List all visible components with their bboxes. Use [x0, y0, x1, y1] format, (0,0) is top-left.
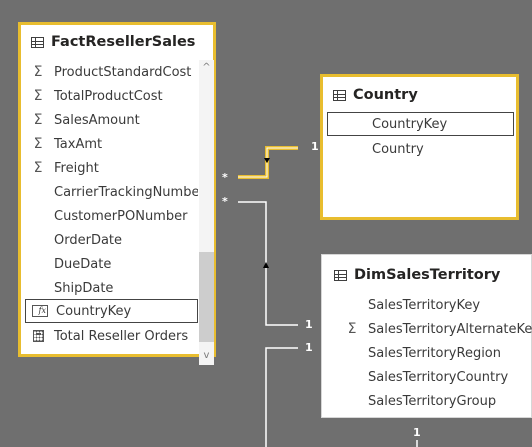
sigma-icon: Σ [33, 160, 43, 176]
field-row[interactable]: CarrierTrackingNumber [54, 180, 198, 204]
filter-direction-arrow-2 [263, 262, 269, 268]
sigma-icon: Σ [347, 321, 357, 337]
field-row[interactable]: Σ Freight [30, 156, 198, 180]
country-table-header[interactable]: Country [333, 84, 418, 106]
field-row[interactable]: Total Reseller Orders [30, 324, 198, 348]
territory-table-card[interactable]: DimSalesTerritory SalesTerritoryKey Σ Sa… [321, 254, 532, 418]
sigma-icon: Σ [33, 64, 43, 80]
field-row[interactable]: CustomerPONumber [54, 204, 198, 228]
field-row[interactable]: OrderDate [54, 228, 198, 252]
field-label: TotalProductCost [54, 88, 163, 104]
cardinality-one: 1 [305, 341, 313, 354]
territory-table-title: DimSalesTerritory [354, 267, 501, 283]
scroll-up-arrow[interactable]: ^ [199, 60, 214, 76]
country-table-card[interactable]: Country CountryKey Country [320, 74, 519, 220]
field-label: DueDate [54, 256, 112, 272]
table-icon [333, 89, 346, 101]
measure-icon [33, 330, 44, 342]
calculated-column-icon: fx [32, 305, 48, 317]
field-row[interactable]: DueDate [54, 252, 198, 276]
cardinality-one: 1 [305, 318, 313, 331]
scroll-thumb[interactable] [199, 252, 214, 342]
field-row[interactable]: Σ ProductStandardCost [30, 60, 198, 84]
field-label: Country [372, 141, 424, 157]
field-label: Freight [54, 160, 99, 176]
cardinality-one: 1 [311, 140, 319, 153]
fact-table-card[interactable]: FactResellerSales Σ ProductStandardCost … [18, 22, 216, 365]
field-row[interactable]: Σ TotalProductCost [30, 84, 198, 108]
field-row[interactable]: Σ TaxAmt [30, 132, 198, 156]
field-row[interactable]: SalesTerritoryKey [368, 293, 532, 317]
field-label: CustomerPONumber [54, 208, 188, 224]
field-label: ProductStandardCost [54, 64, 192, 80]
field-row-selected[interactable]: fx CountryKey [25, 299, 198, 323]
relationship-line-country [238, 146, 298, 179]
scroll-down-arrow[interactable]: v [199, 348, 214, 364]
table-icon [334, 269, 347, 281]
field-row[interactable]: Σ SalesAmount [30, 108, 198, 132]
sigma-icon: Σ [33, 88, 43, 104]
filter-direction-arrow [264, 158, 270, 163]
fact-table-title: FactResellerSales [51, 34, 196, 50]
cardinality-one: 1 [413, 426, 421, 439]
cardinality-many: * [222, 195, 228, 208]
field-label: SalesTerritoryGroup [368, 393, 497, 409]
sigma-icon: Σ [33, 136, 43, 152]
territory-table-header[interactable]: DimSalesTerritory [334, 264, 500, 286]
field-label: SalesTerritoryAlternateKey [368, 321, 532, 337]
table-icon [31, 36, 44, 48]
field-label: CountryKey [372, 116, 448, 132]
field-label: CarrierTrackingNumber [54, 184, 198, 200]
field-label: SalesAmount [54, 112, 140, 128]
field-row[interactable]: SalesTerritoryRegion [368, 341, 532, 365]
field-row[interactable]: ShipDate [54, 276, 198, 300]
field-row-selected[interactable]: CountryKey [327, 112, 514, 136]
field-label: SalesTerritoryKey [368, 297, 481, 313]
field-row[interactable]: Country [327, 137, 514, 161]
field-label: CountryKey [56, 303, 132, 319]
relationship-line-below [265, 347, 298, 447]
field-label: Total Reseller Orders [54, 328, 189, 344]
field-row[interactable]: SalesTerritoryGroup [368, 389, 532, 413]
fact-table-header[interactable]: FactResellerSales [31, 31, 195, 53]
cardinality-many: * [222, 171, 228, 184]
field-label: SalesTerritoryRegion [368, 345, 501, 361]
sigma-icon: Σ [33, 112, 43, 128]
relationship-line-territory [238, 201, 298, 326]
field-label: TaxAmt [54, 136, 103, 152]
field-row[interactable]: SalesTerritoryCountry [368, 365, 532, 389]
field-label: SalesTerritoryCountry [368, 369, 509, 385]
vertical-scrollbar[interactable]: ^ v [199, 60, 214, 365]
field-label: OrderDate [54, 232, 123, 248]
country-table-title: Country [353, 87, 418, 103]
field-row[interactable]: Σ SalesTerritoryAlternateKey [344, 317, 532, 341]
field-label: ShipDate [54, 280, 114, 296]
